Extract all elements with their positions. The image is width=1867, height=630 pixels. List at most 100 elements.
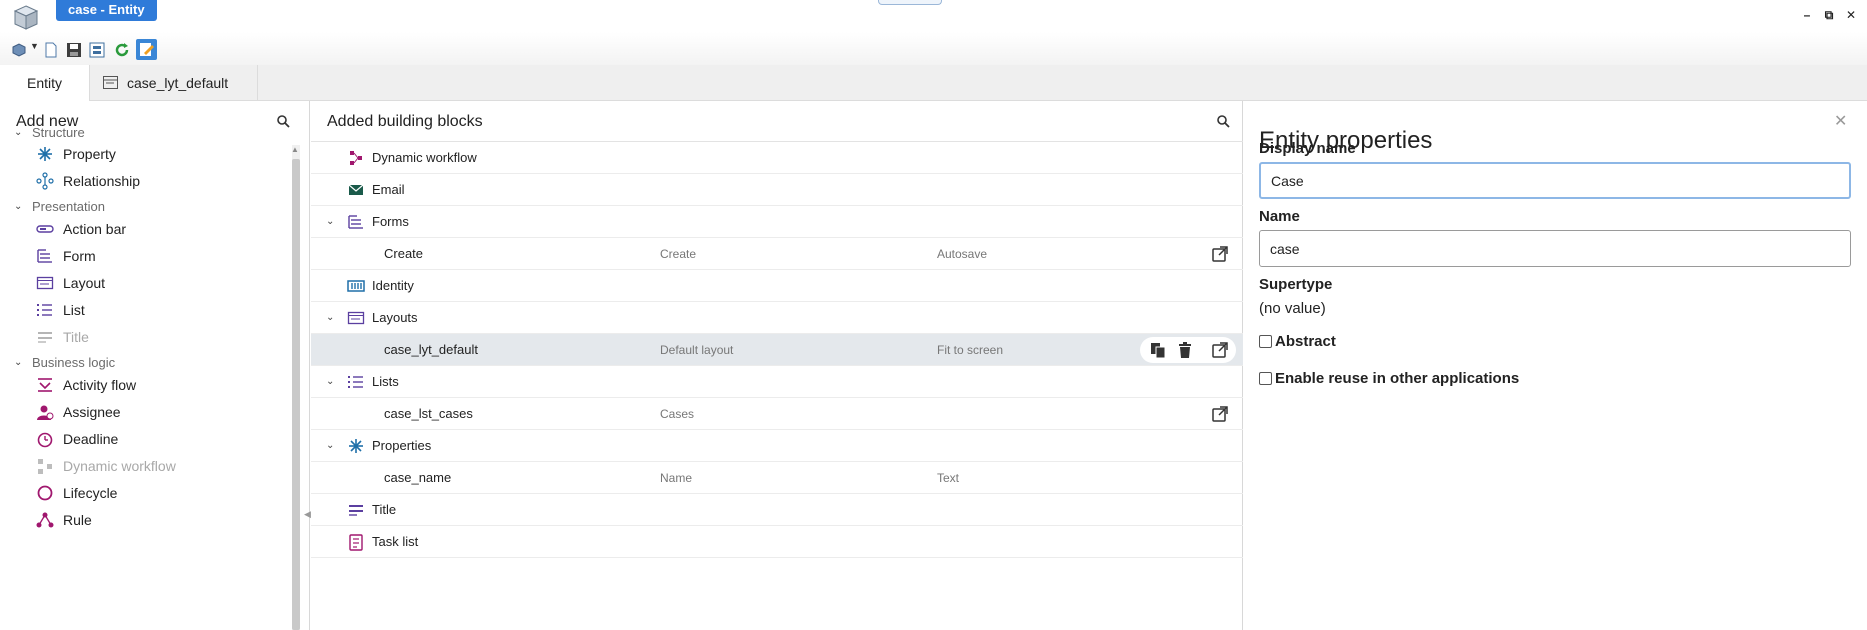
open-external-icon[interactable] [1210, 244, 1230, 264]
block-row-task-list[interactable]: Task list [311, 526, 1243, 558]
name-field[interactable] [1259, 230, 1851, 267]
group-structure[interactable]: ⌄ Structure [14, 125, 85, 140]
activity-flow-icon [38, 378, 52, 392]
item-label: Action bar [63, 221, 127, 237]
block-row-identity[interactable]: Identity [311, 270, 1243, 302]
save-icon[interactable] [65, 41, 83, 59]
row-label: Task list [372, 534, 419, 549]
top-handle[interactable] [878, 0, 942, 5]
group-presentation[interactable]: ⌄ Presentation [14, 199, 105, 214]
group-label: Presentation [32, 199, 105, 214]
row-label: Identity [372, 278, 414, 293]
email-icon [348, 184, 364, 195]
edit-button[interactable] [136, 39, 157, 60]
chevron-down-icon: ⌄ [14, 127, 23, 138]
row-label: case_lst_cases [384, 406, 473, 421]
clock-icon [37, 432, 53, 448]
form-icon [37, 249, 52, 263]
block-row-forms[interactable]: ⌄ Forms [311, 206, 1243, 238]
add-dynamic-workflow: Dynamic workflow [36, 457, 176, 475]
reuse-checkbox[interactable] [1259, 372, 1272, 385]
save-all-icon[interactable] [88, 41, 106, 59]
layout-icon [36, 276, 54, 290]
block-row-case-lst-cases[interactable]: case_lst_cases Cases [311, 398, 1243, 430]
item-label: Rule [63, 512, 92, 528]
open-external-icon[interactable] [1210, 340, 1230, 360]
display-name-field[interactable] [1259, 162, 1851, 199]
supertype-value: (no value) [1259, 300, 1326, 317]
search-icon[interactable] [276, 114, 290, 128]
add-list[interactable]: List [36, 301, 85, 319]
app-cube-icon[interactable] [13, 4, 39, 30]
add-deadline[interactable]: Deadline [36, 430, 118, 448]
block-row-create[interactable]: Create Create Autosave [311, 238, 1243, 270]
add-rule[interactable]: Rule [36, 511, 92, 529]
item-label: Assignee [63, 404, 121, 420]
add-title: Title [36, 328, 89, 346]
edit-icon [140, 43, 154, 56]
item-label: Deadline [63, 431, 119, 447]
network-icon[interactable] [10, 41, 28, 59]
block-row-properties[interactable]: ⌄ Properties [311, 430, 1243, 462]
chevron-down-icon[interactable]: ⌄ [326, 312, 334, 323]
search-icon[interactable] [1216, 114, 1230, 128]
block-row-email[interactable]: Email [311, 174, 1243, 206]
tab-case-lyt-default[interactable]: case_lyt_default [91, 65, 258, 101]
close-icon[interactable]: ✕ [1834, 111, 1847, 131]
block-row-title[interactable]: Title [311, 494, 1243, 526]
scrollbar-thumb[interactable] [292, 159, 300, 630]
refresh-icon[interactable] [113, 41, 131, 59]
open-external-icon[interactable] [1210, 404, 1230, 424]
block-row-layouts[interactable]: ⌄ Layouts [311, 302, 1243, 334]
item-label: Activity flow [63, 377, 137, 393]
chevron-down-icon[interactable]: ⌄ [326, 216, 334, 227]
abstract-checkbox[interactable] [1259, 335, 1272, 348]
abstract-option[interactable]: Abstract [1259, 333, 1336, 350]
add-activity-flow[interactable]: Activity flow [36, 376, 136, 394]
row-label: Lists [372, 374, 399, 389]
minimize-button[interactable]: – [1798, 6, 1816, 24]
add-form[interactable]: Form [36, 247, 96, 265]
collapse-panel-icon[interactable]: ◀ [304, 509, 311, 520]
row-label: Layouts [372, 310, 418, 325]
copy-icon[interactable] [1148, 340, 1168, 360]
abstract-label: Abstract [1275, 333, 1336, 350]
delete-icon[interactable] [1175, 340, 1195, 360]
add-lifecycle[interactable]: Lifecycle [36, 484, 117, 502]
dropdown-arrow-icon[interactable]: ▼ [30, 41, 39, 51]
reuse-option[interactable]: Enable reuse in other applications [1259, 370, 1519, 387]
add-assignee[interactable]: Assignee [36, 403, 121, 421]
document-tabs: Entity case_lyt_default [0, 65, 1867, 101]
item-label: List [63, 302, 85, 318]
row-detail: Text [937, 471, 960, 485]
chevron-down-icon[interactable]: ⌄ [326, 440, 334, 451]
chevron-down-icon: ⌄ [14, 201, 23, 212]
close-window-button[interactable]: ✕ [1842, 6, 1860, 24]
item-label: Layout [63, 275, 106, 291]
row-label: case_lyt_default [384, 342, 478, 357]
add-action-bar[interactable]: Action bar [36, 220, 126, 238]
layout-icon [347, 311, 365, 325]
block-row-case-lyt-default[interactable]: case_lyt_default Default layout Fit to s… [311, 334, 1243, 366]
add-relationship[interactable]: Relationship [36, 172, 140, 190]
assignee-icon [37, 405, 54, 420]
restore-button[interactable]: ⧉ [1820, 6, 1838, 24]
tab-label: Entity [26, 75, 62, 91]
action-bar-icon [36, 225, 54, 233]
row-description: Name [660, 471, 693, 485]
entity-properties-panel: Entity properties ✕ Display name Name Su… [1244, 101, 1867, 630]
new-document-icon[interactable] [42, 41, 60, 59]
chevron-down-icon[interactable]: ⌄ [326, 376, 334, 387]
block-row-lists[interactable]: ⌄ Lists [311, 366, 1243, 398]
reuse-label: Enable reuse in other applications [1275, 370, 1520, 387]
add-property[interactable]: Property [36, 145, 116, 163]
form-icon [348, 215, 363, 229]
add-layout[interactable]: Layout [36, 274, 105, 292]
item-label: Dynamic workflow [63, 458, 176, 474]
scroll-up-arrow-icon[interactable]: ▲ [291, 145, 299, 154]
block-row-case-name[interactable]: case_name Name Text [311, 462, 1243, 494]
group-business-logic[interactable]: ⌄ Business logic [14, 355, 115, 370]
block-row-dynamic-workflow[interactable]: Dynamic workflow [311, 142, 1243, 174]
item-label: Form [63, 248, 96, 264]
tab-entity[interactable]: Entity [0, 65, 90, 101]
